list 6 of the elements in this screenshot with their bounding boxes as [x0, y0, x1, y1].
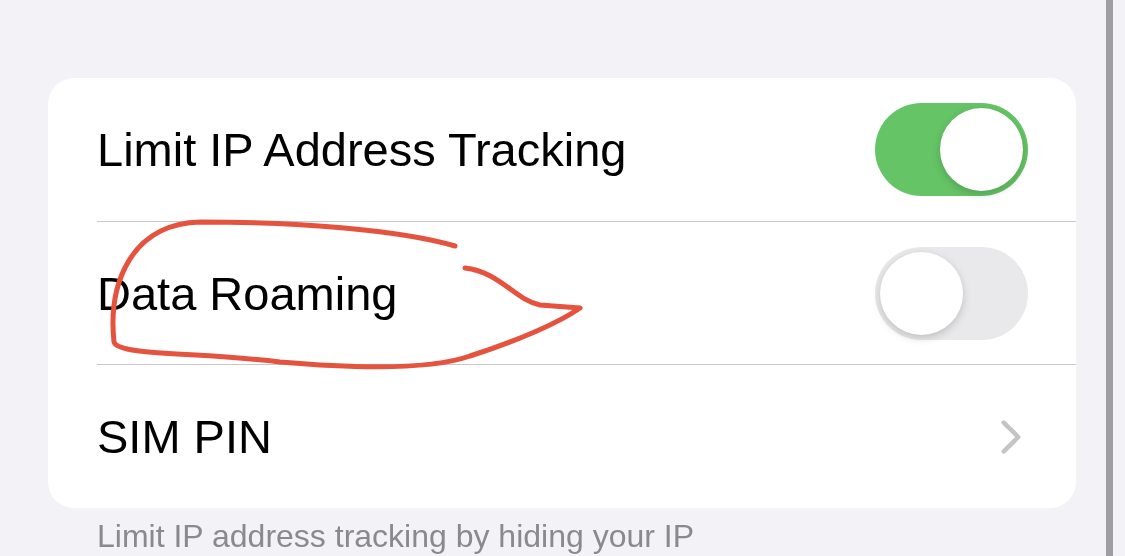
chevron-icon	[1000, 418, 1022, 455]
settings-row[interactable]: SIM PIN	[97, 365, 1076, 508]
settings-row[interactable]: Limit IP Address Tracking	[97, 78, 1076, 222]
footer-note: Limit IP address tracking by hiding your IP	[97, 518, 696, 555]
row-label: Limit IP Address Tracking	[97, 121, 627, 177]
row-label: SIM PIN	[97, 409, 272, 465]
